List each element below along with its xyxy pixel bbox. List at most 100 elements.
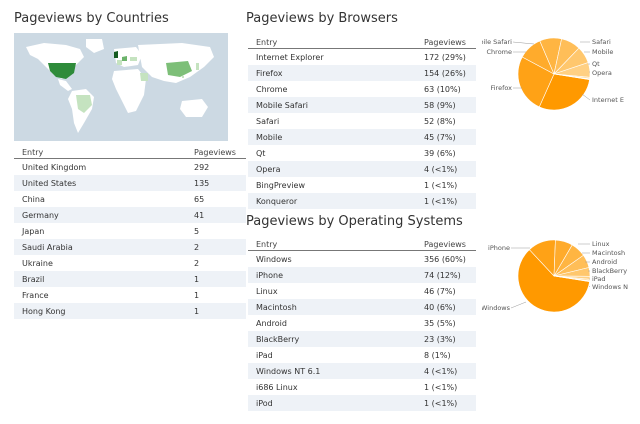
row-entry[interactable]: China [14, 191, 186, 207]
row-entry[interactable]: BingPreview [248, 177, 416, 193]
table-row: Android 35 (5%) [248, 315, 476, 331]
table-row: iPod 1 (<1%) [248, 395, 476, 411]
region-france [117, 60, 122, 65]
table-row: Safari 52 (8%) [248, 113, 476, 129]
table-row: Hong Kong 1 [14, 303, 246, 319]
row-pageviews: 65 [194, 194, 205, 204]
row-entry[interactable]: iPhone [248, 267, 416, 283]
row-pageviews: 8 (1%) [424, 350, 451, 360]
os-title: Pageviews by Operating Systems [246, 214, 463, 229]
row-pageviews: 4 (<1%) [416, 161, 476, 177]
world-map[interactable] [14, 33, 228, 141]
table-row: France 1 [14, 287, 246, 303]
region-greenland [86, 39, 104, 53]
row-entry[interactable]: Germany [14, 207, 186, 223]
row-entry[interactable]: i686 Linux [248, 379, 416, 395]
row-pageviews: 2 [194, 258, 200, 268]
row-entry[interactable]: Saudi Arabia [14, 239, 186, 255]
region-australia [180, 99, 208, 117]
table-row: Windows NT 6.1 4 (<1%) [248, 363, 476, 379]
row-pageviews: 2 [186, 239, 246, 255]
row-entry[interactable]: Android [248, 315, 416, 331]
pie-leader-line [588, 285, 591, 288]
row-entry[interactable]: Ukraine [14, 255, 186, 271]
row-entry[interactable]: Japan [14, 223, 186, 239]
pie-label: Linux [592, 240, 610, 248]
row-pageviews: 40 (6%) [416, 299, 476, 315]
row-pageviews: 1 [186, 303, 246, 319]
region-central-america [58, 79, 72, 91]
row-entry[interactable]: Windows [248, 251, 416, 268]
row-entry[interactable]: Konqueror [248, 193, 416, 209]
pie-label: Macintosh [592, 249, 625, 257]
row-entry[interactable]: Qt [248, 145, 416, 161]
row-pageviews: 1 [186, 271, 246, 287]
row-entry[interactable]: United Kingdom [14, 159, 186, 176]
row-entry[interactable]: Chrome [248, 81, 416, 97]
table-row: Firefox 154 (26%) [248, 65, 476, 81]
table-row: iPhone 74 (12%) [248, 267, 476, 283]
row-entry[interactable]: Safari [248, 113, 416, 129]
countries-col-entry[interactable]: Entry [14, 147, 186, 159]
table-row: China 65 [14, 191, 246, 207]
os-pie-chart[interactable]: iPhone Windows LinuxMacintoshAndroidBlackB… [482, 234, 628, 318]
row-pageviews: 41 [186, 207, 246, 223]
row-entry[interactable]: Firefox [248, 65, 416, 81]
table-row: Mobile Safari 58 (9%) [248, 97, 476, 113]
os-col-entry[interactable]: Entry [248, 239, 416, 251]
pie-label: Windows N [592, 283, 628, 291]
browsers-col-entry[interactable]: Entry [248, 37, 416, 49]
row-entry[interactable]: Linux [248, 283, 416, 299]
pie-label: bile Safari [482, 38, 512, 46]
browsers-pie-chart[interactable]: bile Safari Chrome Firefox Safari Mobile QtOp… [482, 32, 628, 116]
table-row: Germany 41 [14, 207, 246, 223]
table-row: Macintosh 40 (6%) [248, 299, 476, 315]
row-pageviews: 74 (12%) [416, 267, 476, 283]
region-saudi-arabia [140, 73, 148, 81]
browsers-col-pageviews[interactable]: Pageviews [416, 37, 476, 49]
region-japan [196, 63, 199, 70]
pie-label: Firefox [490, 84, 512, 92]
row-entry[interactable]: Internet Explorer [248, 49, 416, 66]
region-united-kingdom [114, 51, 118, 58]
row-entry[interactable]: Opera [248, 161, 416, 177]
row-entry[interactable]: United States [14, 175, 186, 191]
table-row: Brazil 1 [14, 271, 246, 287]
row-entry[interactable]: Hong Kong [14, 303, 186, 319]
browsers-title: Pageviews by Browsers [246, 11, 398, 26]
row-pageviews: 5 [194, 226, 200, 236]
table-row: iPad 8 (1%) [248, 347, 476, 363]
table-row: Chrome 63 (10%) [248, 81, 476, 97]
countries-table: Entry Pageviews United Kingdom 292 United … [14, 147, 246, 319]
table-row: Linux 46 (7%) [248, 283, 476, 299]
pie-label: Safari [592, 38, 611, 46]
world-map-graphic [26, 39, 214, 133]
row-entry[interactable]: France [14, 287, 186, 303]
table-row: BlackBerry 23 (3%) [248, 331, 476, 347]
table-row: Internet Explorer 172 (29%) [248, 49, 476, 66]
row-entry[interactable]: BlackBerry [248, 331, 416, 347]
pie-label: Chrome [487, 48, 513, 56]
countries-col-pageviews[interactable]: Pageviews [186, 147, 246, 159]
countries-title: Pageviews by Countries [14, 11, 169, 26]
pie-leader-line [581, 93, 591, 101]
row-pageviews: 1 (<1%) [424, 382, 458, 392]
os-col-pageviews[interactable]: Pageviews [416, 239, 476, 251]
row-entry[interactable]: iPad [248, 347, 416, 363]
row-entry[interactable]: Windows NT 6.1 [248, 363, 416, 379]
row-pageviews: 46 (7%) [424, 286, 456, 296]
table-row: Qt 39 (6%) [248, 145, 476, 161]
table-row: Opera 4 (<1%) [248, 161, 476, 177]
row-pageviews: 39 (6%) [424, 148, 456, 158]
row-pageviews: 292 [194, 162, 210, 172]
row-entry[interactable]: Macintosh [248, 299, 416, 315]
row-entry[interactable]: Brazil [14, 271, 186, 287]
row-entry[interactable]: Mobile Safari [248, 97, 416, 113]
pie-label: Opera [592, 69, 612, 77]
row-pageviews: 172 (29%) [424, 52, 466, 62]
row-entry[interactable]: Mobile [248, 129, 416, 145]
row-entry[interactable]: iPod [248, 395, 416, 411]
table-row: United Kingdom 292 [14, 159, 246, 176]
table-row: Mobile 45 (7%) [248, 129, 476, 145]
table-row: Windows 356 (60%) [248, 251, 476, 268]
